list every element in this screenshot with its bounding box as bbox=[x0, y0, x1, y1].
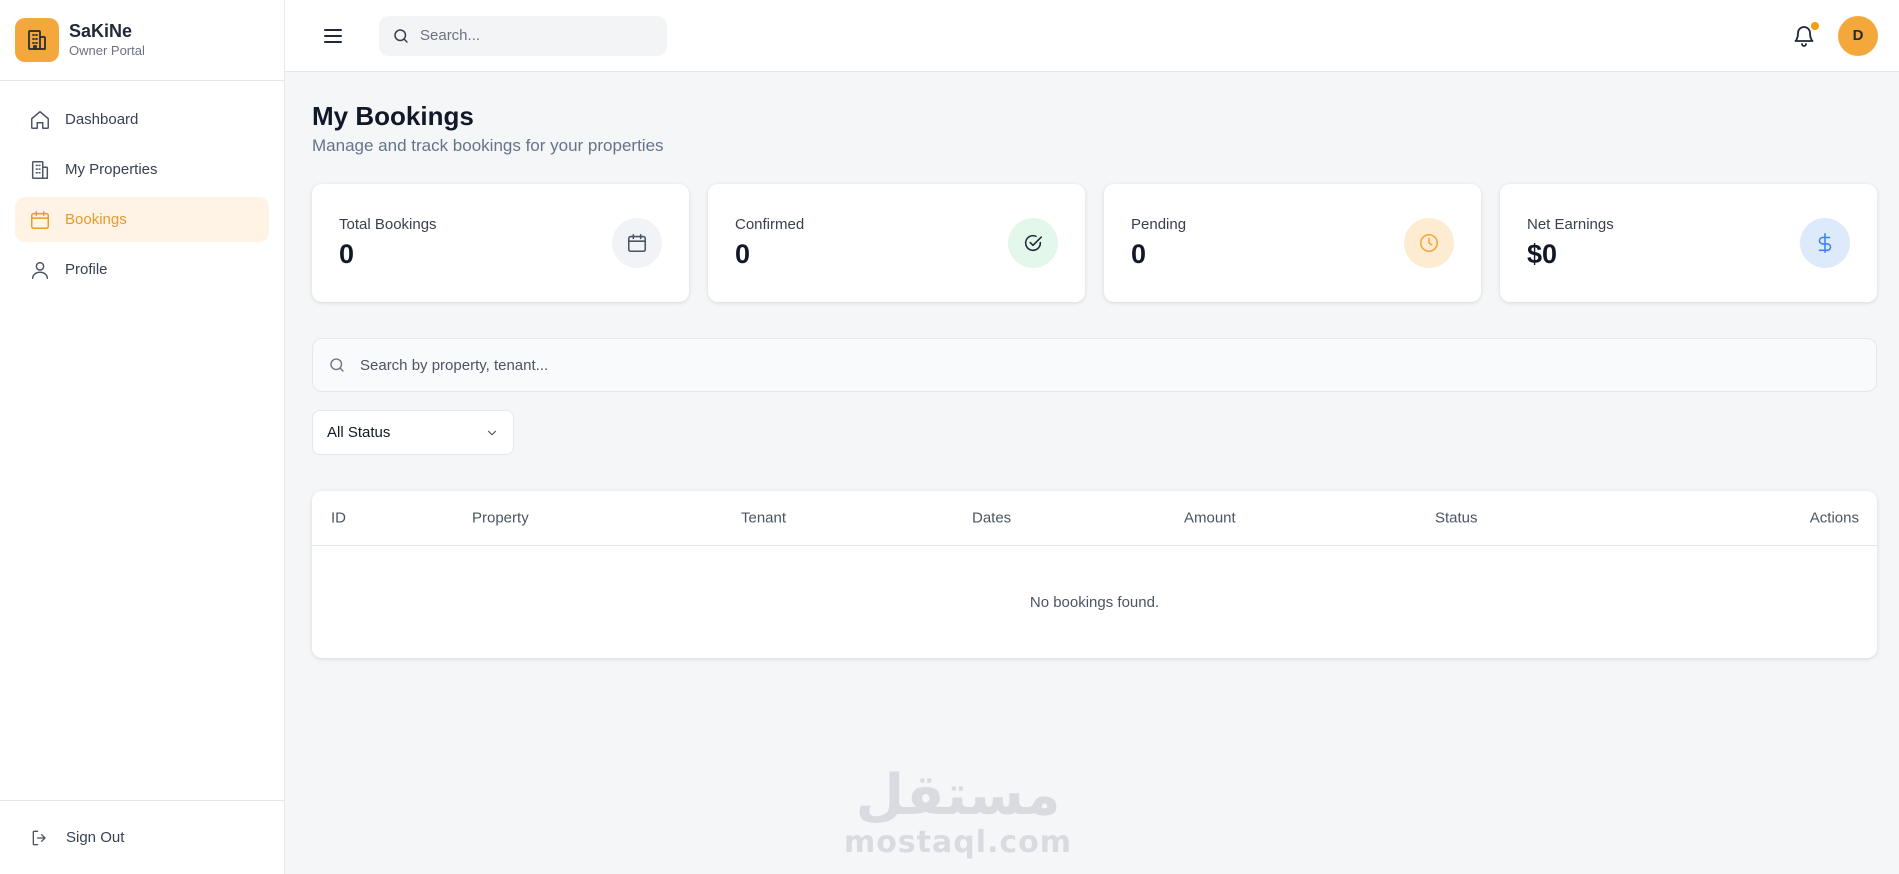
check-circle-icon bbox=[1008, 218, 1058, 268]
topbar: D bbox=[285, 0, 1899, 72]
brand[interactable]: SaKiNe Owner Portal bbox=[0, 0, 284, 81]
column-header-id[interactable]: ID bbox=[331, 510, 346, 527]
calendar-icon bbox=[31, 210, 49, 229]
sidebar-item-label: Bookings bbox=[65, 211, 127, 228]
sidebar-item-label: Dashboard bbox=[65, 111, 139, 128]
sidebar-item-my-properties[interactable]: My Properties bbox=[15, 147, 269, 192]
hamburger-icon bbox=[324, 28, 342, 43]
content: My Bookings Manage and track bookings fo… bbox=[285, 72, 1899, 658]
status-select-value: All Status bbox=[327, 424, 391, 441]
watermark: مستقل mostaql.com bbox=[838, 766, 1078, 860]
sidebar-nav: Dashboard My Properties Bookings Profile bbox=[0, 81, 284, 292]
avatar[interactable]: D bbox=[1838, 15, 1878, 56]
search-input[interactable] bbox=[420, 27, 640, 44]
search-icon bbox=[394, 28, 408, 43]
dollar-icon bbox=[1800, 218, 1850, 268]
stats-row: Total Bookings 0 Confirmed 0 Pending 0 N… bbox=[312, 184, 1877, 302]
home-icon bbox=[31, 110, 49, 129]
bookings-search bbox=[312, 338, 1877, 392]
table-header: ID Property Tenant Dates Amount Status A… bbox=[312, 491, 1877, 546]
building-logo-icon bbox=[15, 18, 59, 62]
sign-out-button[interactable]: Sign Out bbox=[0, 800, 284, 874]
sidebar-item-dashboard[interactable]: Dashboard bbox=[15, 97, 269, 142]
stat-value: $0 bbox=[1527, 239, 1558, 269]
user-icon bbox=[31, 261, 49, 279]
sidebar-item-profile[interactable]: Profile bbox=[15, 247, 269, 292]
sidebar-item-label: Profile bbox=[65, 261, 108, 278]
stat-value: 0 bbox=[1131, 239, 1147, 269]
stat-label: Net Earnings bbox=[1527, 216, 1614, 233]
brand-name: SaKiNe bbox=[69, 21, 133, 41]
building-icon bbox=[31, 160, 49, 179]
stat-label: Total Bookings bbox=[339, 216, 437, 233]
sidebar-item-bookings[interactable]: Bookings bbox=[15, 197, 269, 242]
column-header-property[interactable]: Property bbox=[472, 510, 529, 527]
column-header-actions[interactable]: Actions bbox=[1810, 510, 1859, 527]
empty-state-message: No bookings found. bbox=[1029, 593, 1160, 611]
stat-card-net-earnings: Net Earnings $0 bbox=[1500, 184, 1877, 302]
main: D My Bookings Manage and track bookings … bbox=[285, 0, 1899, 874]
clock-icon bbox=[1404, 218, 1454, 268]
sign-out-label: Sign Out bbox=[66, 829, 125, 846]
page-title: My Bookings bbox=[312, 101, 474, 131]
stat-card-pending: Pending 0 bbox=[1104, 184, 1481, 302]
topbar-actions: D bbox=[1792, 15, 1878, 56]
sidebar-item-label: My Properties bbox=[65, 161, 158, 178]
menu-button[interactable] bbox=[321, 24, 345, 48]
stat-value: 0 bbox=[735, 239, 751, 269]
brand-subtitle: Owner Portal bbox=[69, 43, 145, 58]
stat-label: Pending bbox=[1131, 216, 1187, 233]
column-header-dates[interactable]: Dates bbox=[972, 510, 1011, 527]
column-header-status[interactable]: Status bbox=[1435, 510, 1478, 527]
stat-card-confirmed: Confirmed 0 bbox=[708, 184, 1085, 302]
notifications-button[interactable] bbox=[1792, 21, 1819, 48]
sidebar: SaKiNe Owner Portal Dashboard My Propert… bbox=[0, 0, 285, 874]
bookings-table: ID Property Tenant Dates Amount Status A… bbox=[312, 491, 1877, 658]
calendar-icon bbox=[612, 218, 662, 268]
column-header-amount[interactable]: Amount bbox=[1184, 510, 1236, 527]
stat-label: Confirmed bbox=[735, 216, 805, 233]
watermark-latin: mostaql.com bbox=[843, 825, 1073, 860]
search-icon bbox=[330, 358, 344, 372]
notification-dot bbox=[1811, 21, 1819, 30]
column-header-tenant[interactable]: Tenant bbox=[741, 510, 786, 527]
app-root: SaKiNe Owner Portal Dashboard My Propert… bbox=[0, 0, 1899, 874]
stat-value: 0 bbox=[339, 239, 355, 269]
page-subtitle: Manage and track bookings for your prope… bbox=[312, 136, 664, 155]
sign-out-icon bbox=[32, 830, 46, 845]
top-search bbox=[379, 15, 667, 56]
bookings-search-input[interactable] bbox=[360, 356, 1260, 374]
status-select[interactable]: All Status bbox=[312, 410, 514, 455]
chevron-down-icon bbox=[487, 430, 497, 435]
stat-card-total-bookings: Total Bookings 0 bbox=[312, 184, 689, 302]
watermark-arabic: مستقل bbox=[855, 763, 1061, 828]
